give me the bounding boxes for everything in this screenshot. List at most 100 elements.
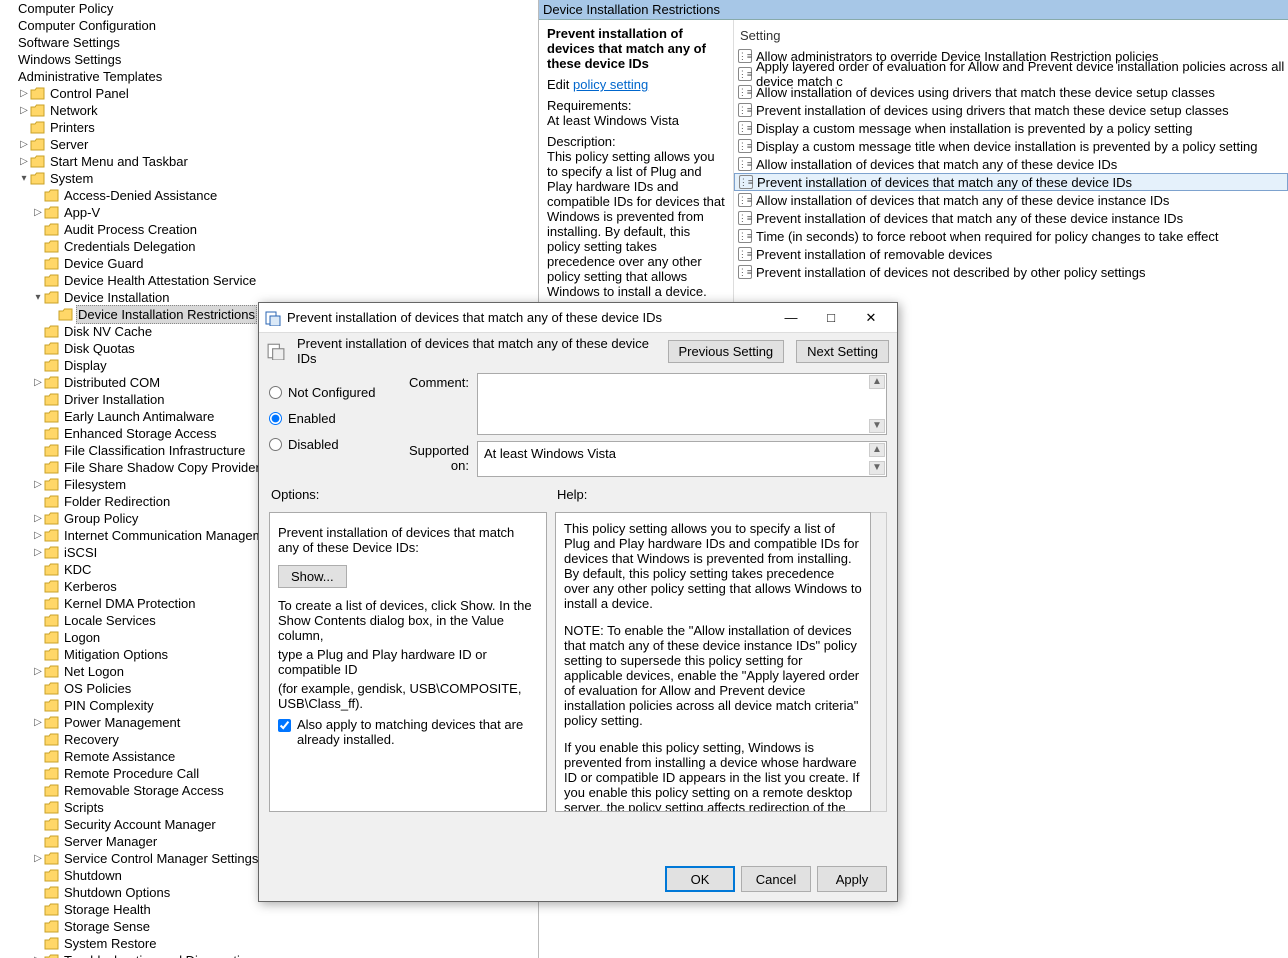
tree-item-label: Service Control Manager Settings bbox=[62, 850, 260, 867]
tree-item-label: Enhanced Storage Access bbox=[62, 425, 219, 442]
setting-row[interactable]: ⋮≡Prevent installation of devices that m… bbox=[734, 173, 1288, 191]
tree-item-label: Remote Procedure Call bbox=[62, 765, 201, 782]
setting-row[interactable]: ⋮≡Prevent installation of devices that m… bbox=[734, 209, 1288, 227]
chevron-right-icon[interactable]: ▷ bbox=[32, 663, 44, 680]
setting-row[interactable]: ⋮≡Allow installation of devices using dr… bbox=[734, 83, 1288, 101]
setting-row[interactable]: ⋮≡Display a custom message when installa… bbox=[734, 119, 1288, 137]
setting-row[interactable]: ⋮≡Allow installation of devices that mat… bbox=[734, 191, 1288, 209]
chevron-down-icon[interactable]: ▾ bbox=[32, 289, 44, 306]
tree-item[interactable]: ▷ Troubleshooting and Diagnostics bbox=[4, 952, 535, 958]
setting-row[interactable]: ⋮≡Prevent installation of devices using … bbox=[734, 101, 1288, 119]
folder-icon bbox=[44, 920, 60, 934]
radio-not-configured-input[interactable] bbox=[269, 386, 282, 399]
setting-row[interactable]: ⋮≡Apply layered order of evaluation for … bbox=[734, 65, 1288, 83]
chevron-right-icon[interactable]: ▷ bbox=[32, 510, 44, 527]
tree-item[interactable]: ▷ Control Panel bbox=[4, 85, 535, 102]
setting-row[interactable]: ⋮≡Time (in seconds) to force reboot when… bbox=[734, 227, 1288, 245]
tree-item[interactable]: ▷App-V bbox=[4, 204, 535, 221]
tree-item[interactable]: ▷Start Menu and Taskbar bbox=[4, 153, 535, 170]
minimize-button[interactable]: — bbox=[771, 305, 811, 331]
tree-item-label: Shutdown bbox=[62, 867, 124, 884]
chevron-right-icon[interactable]: ▷ bbox=[32, 544, 44, 561]
folder-icon bbox=[44, 801, 60, 815]
maximize-button[interactable]: □ bbox=[811, 305, 851, 331]
tree-item[interactable]: System Restore bbox=[4, 935, 535, 952]
scroll-up-icon[interactable]: ▲ bbox=[869, 375, 885, 389]
previous-setting-button[interactable]: Previous Setting bbox=[668, 340, 785, 363]
policy-item-icon: ⋮≡ bbox=[738, 49, 752, 63]
tree-item-label: Device Installation bbox=[62, 289, 172, 306]
tree-item[interactable]: Storage Sense bbox=[4, 918, 535, 935]
tree-item[interactable]: Audit Process Creation bbox=[4, 221, 535, 238]
scroll-down-icon[interactable]: ▼ bbox=[869, 419, 885, 433]
chevron-down-icon[interactable]: ▾ bbox=[18, 170, 30, 187]
options-header: Prevent installation of devices that mat… bbox=[278, 525, 538, 555]
folder-icon bbox=[44, 478, 60, 492]
tree-item-label: Control Panel bbox=[48, 85, 131, 102]
scroll-down-icon[interactable]: ▼ bbox=[869, 461, 885, 475]
chevron-right-icon[interactable]: ▷ bbox=[32, 374, 44, 391]
setting-row[interactable]: ⋮≡Display a custom message title when de… bbox=[734, 137, 1288, 155]
folder-icon bbox=[44, 733, 60, 747]
tree-item[interactable]: Credentials Delegation bbox=[4, 238, 535, 255]
chevron-right-icon[interactable]: ▷ bbox=[32, 527, 44, 544]
radio-disabled-input[interactable] bbox=[269, 438, 282, 451]
radio-disabled[interactable]: Disabled bbox=[269, 431, 379, 457]
show-button[interactable]: Show... bbox=[278, 565, 347, 588]
policy-item-icon: ⋮≡ bbox=[738, 193, 752, 207]
tree-item-label: Disk Quotas bbox=[62, 340, 137, 357]
chevron-right-icon[interactable]: ▷ bbox=[18, 153, 30, 170]
comment-field[interactable]: ▲ ▼ bbox=[477, 373, 887, 435]
folder-icon bbox=[44, 291, 60, 305]
setting-label: Display a custom message when installati… bbox=[756, 121, 1192, 136]
radio-enabled-input[interactable] bbox=[269, 412, 282, 425]
tree-item[interactable]: Device Health Attestation Service bbox=[4, 272, 535, 289]
apply-button[interactable]: Apply bbox=[817, 866, 887, 892]
setting-row[interactable]: ⋮≡Allow installation of devices that mat… bbox=[734, 155, 1288, 173]
requirements-value: At least Windows Vista bbox=[547, 113, 679, 128]
tree-item[interactable]: Computer Configuration bbox=[4, 17, 535, 34]
setting-row[interactable]: ⋮≡Prevent installation of devices not de… bbox=[734, 263, 1288, 281]
chevron-right-icon[interactable]: ▷ bbox=[32, 952, 44, 958]
folder-icon bbox=[44, 495, 60, 509]
description-label: Description: bbox=[547, 134, 616, 149]
tree-item[interactable]: ▷Server bbox=[4, 136, 535, 153]
tree-item[interactable]: Access-Denied Assistance bbox=[4, 187, 535, 204]
radio-not-configured[interactable]: Not Configured bbox=[269, 379, 379, 405]
tree-item[interactable]: Windows Settings bbox=[4, 51, 535, 68]
tree-item-label: Storage Sense bbox=[62, 918, 152, 935]
policy-item-icon: ⋮≡ bbox=[739, 175, 753, 189]
edit-policy-link[interactable]: policy setting bbox=[573, 77, 648, 92]
chevron-right-icon[interactable]: ▷ bbox=[18, 136, 30, 153]
dialog-titlebar[interactable]: Prevent installation of devices that mat… bbox=[259, 303, 897, 333]
tree-item[interactable]: ▷Network bbox=[4, 102, 535, 119]
tree-item[interactable]: Device Guard bbox=[4, 255, 535, 272]
chevron-right-icon[interactable]: ▷ bbox=[32, 476, 44, 493]
supported-on-value: At least Windows Vista bbox=[478, 442, 886, 465]
category-header: Device Installation Restrictions bbox=[539, 0, 1288, 20]
setting-row[interactable]: ⋮≡Prevent installation of removable devi… bbox=[734, 245, 1288, 263]
chevron-right-icon[interactable]: ▷ bbox=[32, 714, 44, 731]
tree-item[interactable]: Administrative Templates bbox=[4, 68, 535, 85]
folder-icon bbox=[30, 172, 46, 186]
tree-item[interactable]: Printers bbox=[4, 119, 535, 136]
tree-item[interactable]: ▾System bbox=[4, 170, 535, 187]
radio-enabled[interactable]: Enabled bbox=[269, 405, 379, 431]
next-setting-button[interactable]: Next Setting bbox=[796, 340, 889, 363]
chevron-right-icon[interactable]: ▷ bbox=[18, 85, 30, 102]
scroll-up-icon[interactable]: ▲ bbox=[869, 443, 885, 457]
tree-item[interactable]: Software Settings bbox=[4, 34, 535, 51]
chevron-right-icon[interactable]: ▷ bbox=[18, 102, 30, 119]
close-button[interactable]: ✕ bbox=[851, 305, 891, 331]
chevron-right-icon[interactable]: ▷ bbox=[32, 204, 44, 221]
tree-item-label: Scripts bbox=[62, 799, 106, 816]
also-apply-checkbox[interactable] bbox=[278, 719, 291, 732]
tree-item[interactable]: Storage Health bbox=[4, 901, 535, 918]
ok-button[interactable]: OK bbox=[665, 866, 735, 892]
cancel-button[interactable]: Cancel bbox=[741, 866, 811, 892]
tree-item-label: Troubleshooting and Diagnostics bbox=[62, 952, 255, 958]
chevron-right-icon[interactable]: ▷ bbox=[32, 850, 44, 867]
tree-item[interactable]: Computer Policy bbox=[4, 0, 535, 17]
help-scrollbar[interactable] bbox=[871, 512, 887, 812]
options-hint-3: (for example, gendisk, USB\COMPOSITE, US… bbox=[278, 681, 538, 711]
